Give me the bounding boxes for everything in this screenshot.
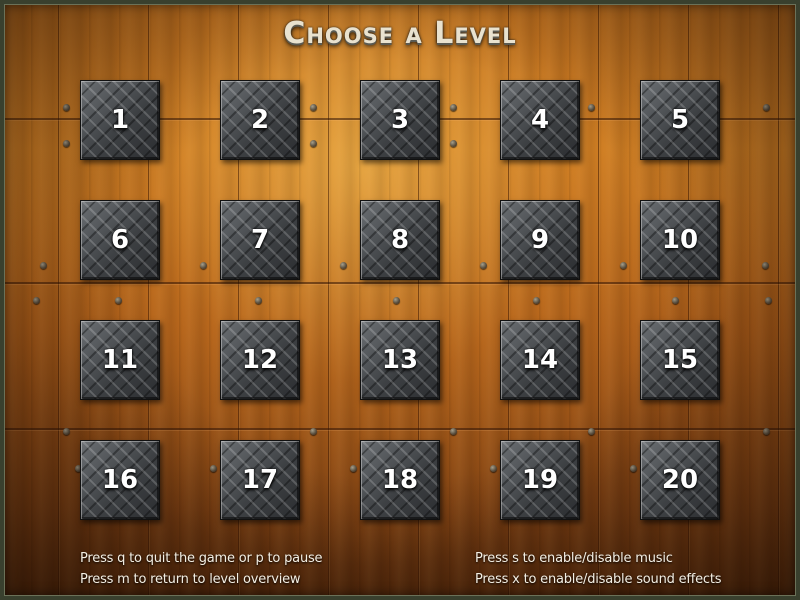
level-button-4[interactable]: 4 — [500, 80, 580, 160]
level-number-label: 14 — [521, 345, 559, 375]
rivet-icon — [620, 262, 627, 269]
level-button-18[interactable]: 18 — [360, 440, 440, 520]
level-number-label: 4 — [530, 105, 550, 135]
rivet-icon — [340, 262, 347, 269]
rivet-icon — [210, 465, 217, 472]
level-number-label: 13 — [381, 345, 419, 375]
level-number-label: 1 — [110, 105, 130, 135]
level-number-label: 11 — [101, 345, 139, 375]
wood-plank — [0, 0, 59, 600]
level-button-16[interactable]: 16 — [80, 440, 160, 520]
rivet-icon — [393, 297, 400, 304]
rivet-icon — [310, 104, 317, 111]
level-button-9[interactable]: 9 — [500, 200, 580, 280]
level-number-label: 6 — [110, 225, 130, 255]
level-button-14[interactable]: 14 — [500, 320, 580, 400]
help-text-overview: Press m to return to level overview — [80, 572, 301, 587]
rivet-icon — [63, 104, 70, 111]
rivet-icon — [630, 465, 637, 472]
rivet-icon — [480, 262, 487, 269]
level-number-label: 16 — [101, 465, 139, 495]
level-number-label: 5 — [670, 105, 690, 135]
level-button-10[interactable]: 10 — [640, 200, 720, 280]
level-button-1[interactable]: 1 — [80, 80, 160, 160]
level-button-3[interactable]: 3 — [360, 80, 440, 160]
rivet-icon — [533, 297, 540, 304]
level-number-label: 17 — [241, 465, 279, 495]
rivet-icon — [588, 428, 595, 435]
plank-seam — [0, 428, 800, 430]
rivet-icon — [350, 465, 357, 472]
rivet-icon — [255, 297, 262, 304]
rivet-icon — [450, 428, 457, 435]
rivet-icon — [115, 297, 122, 304]
rivet-icon — [588, 104, 595, 111]
rivet-icon — [450, 140, 457, 147]
rivet-icon — [765, 297, 772, 304]
level-button-6[interactable]: 6 — [80, 200, 160, 280]
level-number-label: 18 — [381, 465, 419, 495]
rivet-icon — [200, 262, 207, 269]
level-number-label: 8 — [390, 225, 410, 255]
rivet-icon — [490, 465, 497, 472]
level-number-label: 9 — [530, 225, 550, 255]
level-number-label: 12 — [241, 345, 279, 375]
rivet-icon — [40, 262, 47, 269]
help-text-sound-effects: Press x to enable/disable sound effects — [475, 572, 722, 587]
level-button-13[interactable]: 13 — [360, 320, 440, 400]
level-button-7[interactable]: 7 — [220, 200, 300, 280]
level-button-8[interactable]: 8 — [360, 200, 440, 280]
level-number-label: 20 — [661, 465, 699, 495]
level-number-label: 7 — [250, 225, 270, 255]
level-number-label: 2 — [250, 105, 270, 135]
level-number-label: 19 — [521, 465, 559, 495]
rivet-icon — [450, 104, 457, 111]
level-select-screen: Choose a Level 1 2 3 4 5 6 7 8 9 10 11 12 13 14 15 16 17… — [0, 0, 800, 600]
help-text-music: Press s to enable/disable music — [475, 551, 673, 566]
level-number-label: 3 — [390, 105, 410, 135]
rivet-icon — [63, 428, 70, 435]
level-button-15[interactable]: 15 — [640, 320, 720, 400]
rivet-icon — [310, 428, 317, 435]
rivet-icon — [762, 262, 769, 269]
rivet-icon — [672, 297, 679, 304]
level-button-2[interactable]: 2 — [220, 80, 300, 160]
level-number-label: 10 — [661, 225, 699, 255]
plank-seam — [0, 282, 800, 284]
level-number-label: 15 — [661, 345, 699, 375]
level-button-5[interactable]: 5 — [640, 80, 720, 160]
help-text-quit-pause: Press q to quit the game or p to pause — [80, 551, 323, 566]
rivet-icon — [763, 428, 770, 435]
rivet-icon — [310, 140, 317, 147]
level-button-20[interactable]: 20 — [640, 440, 720, 520]
rivet-icon — [763, 104, 770, 111]
page-title: Choose a Level — [283, 16, 517, 51]
rivet-icon — [63, 140, 70, 147]
level-button-11[interactable]: 11 — [80, 320, 160, 400]
wood-plank — [778, 0, 800, 600]
level-button-17[interactable]: 17 — [220, 440, 300, 520]
rivet-icon — [33, 297, 40, 304]
level-button-12[interactable]: 12 — [220, 320, 300, 400]
level-button-19[interactable]: 19 — [500, 440, 580, 520]
